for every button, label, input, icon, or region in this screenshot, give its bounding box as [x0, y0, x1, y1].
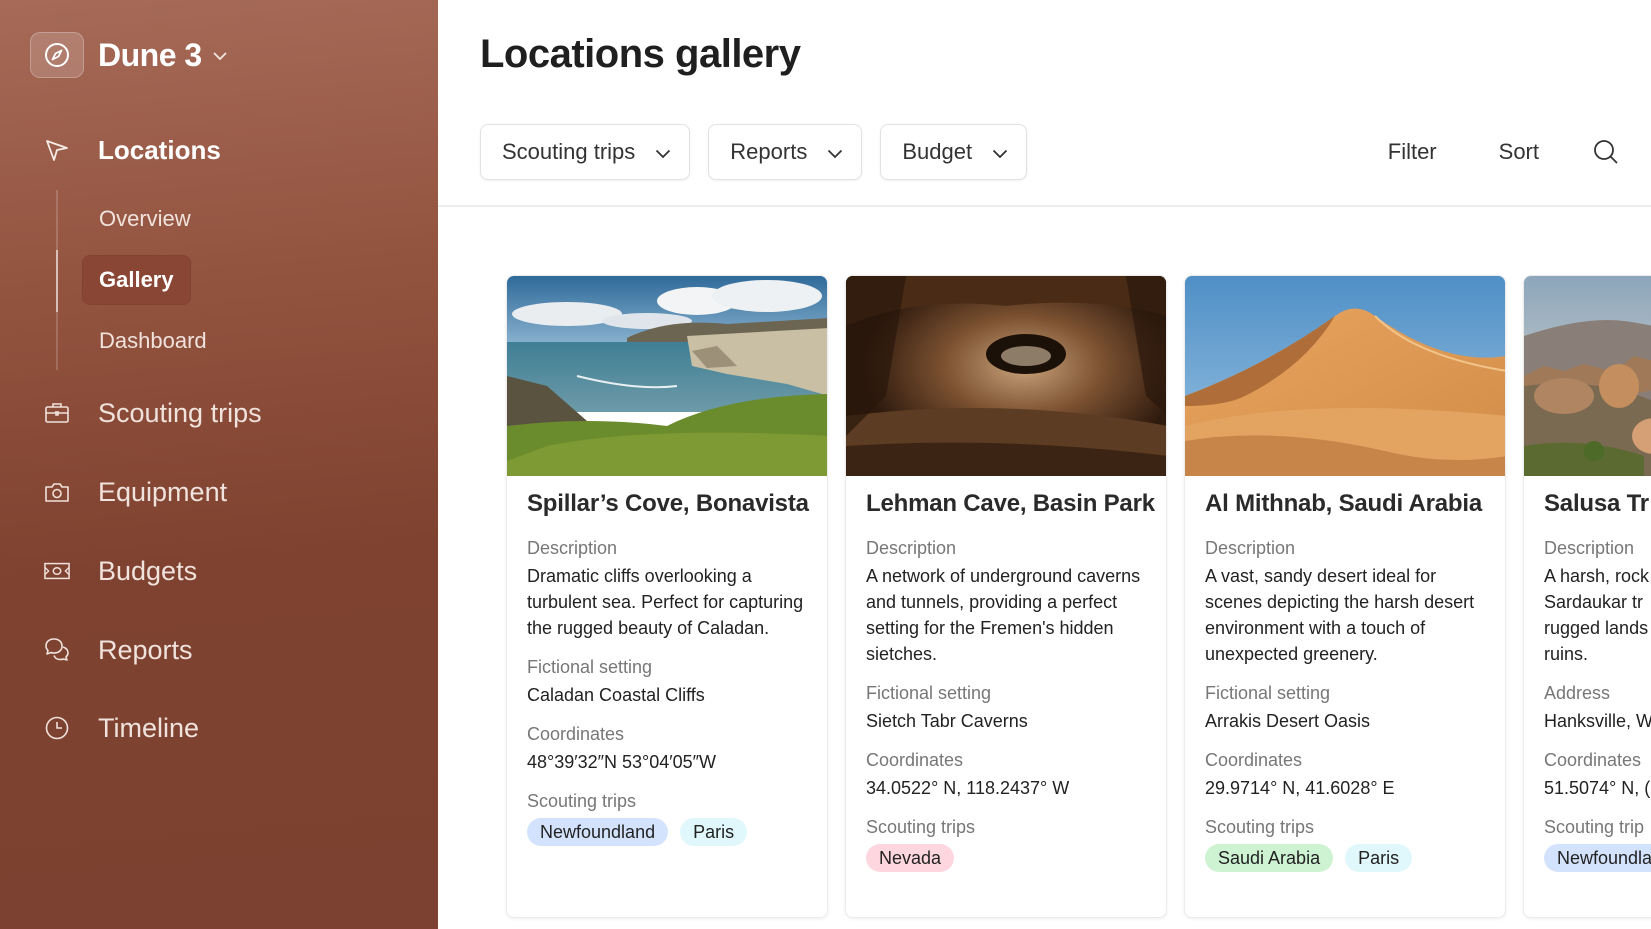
sidebar-item-locations[interactable]: Locations — [0, 125, 438, 175]
sidebar-subitem-overview[interactable]: Overview — [82, 194, 208, 244]
header-divider — [438, 205, 1651, 207]
page-title: Locations gallery — [480, 32, 801, 76]
trip-tag[interactable]: Newfoundla — [1544, 844, 1651, 872]
description-line: rugged lands — [1544, 618, 1649, 638]
description-value: Dramatic cliffs overlooking a turbulent … — [527, 566, 804, 638]
sidebar-item-timeline[interactable]: Timeline — [0, 703, 438, 753]
cave-photo — [846, 276, 1166, 476]
sidebar-item-equipment[interactable]: Equipment — [0, 467, 438, 517]
scouting-trips-label: Scouting trips — [1205, 817, 1315, 837]
clock-icon — [44, 715, 70, 741]
address-label: Address — [1544, 683, 1611, 703]
sidebar-item-label: Scouting trips — [98, 397, 262, 428]
scouting-trip-tags: Newfoundla — [1544, 844, 1651, 872]
sidebar-item-label: Locations — [98, 134, 221, 165]
description-value: A network of underground caverns and tun… — [866, 566, 1141, 664]
trip-tag[interactable]: Nevada — [866, 844, 955, 872]
coastal-cliffs-photo — [507, 276, 827, 476]
description-label: Description — [527, 538, 618, 558]
coordinates-value: 51.5074° N, ( — [1544, 778, 1651, 798]
location-card[interactable]: Al Mithnab, Saudi Arabia Description A v… — [1184, 275, 1506, 918]
sidebar-item-scouting-trips[interactable]: Scouting trips — [0, 388, 438, 438]
sidebar-item-label: Timeline — [98, 712, 200, 743]
scouting-trips-label: Scouting trips — [866, 817, 976, 837]
compass-icon — [30, 32, 84, 78]
coordinates-label: Coordinates — [866, 750, 964, 770]
chevron-down-icon — [992, 139, 1008, 165]
location-card[interactable]: Spillar’s Cove, Bonavista Description Dr… — [506, 275, 828, 918]
location-title: Al Mithnab, Saudi Arabia — [1205, 490, 1483, 517]
sidebar-item-budgets[interactable]: Budgets — [0, 546, 438, 596]
project-switcher[interactable]: Dune 3 — [30, 32, 228, 78]
sidebar: Dune 3 Locations Overview Gallery Dashbo… — [0, 0, 438, 929]
main-content: Locations gallery Scouting trips Reports… — [438, 0, 1651, 929]
description-value: A vast, sandy desert ideal for scenes de… — [1205, 566, 1475, 664]
scouting-trip-tags: Saudi Arabia Paris — [1205, 844, 1485, 872]
description-label: Description — [1205, 538, 1296, 558]
sidebar-subitem-dashboard[interactable]: Dashboard — [82, 316, 224, 366]
scouting-trip-tags: Newfoundland Paris — [527, 818, 807, 846]
sidebar-item-label: Reports — [98, 634, 193, 665]
briefcase-icon — [44, 400, 70, 426]
scouting-trips-label: Scouting trips — [527, 791, 637, 811]
dropdown-label: Reports — [730, 139, 808, 164]
budget-dropdown[interactable]: Budget — [880, 124, 1028, 180]
sort-button[interactable]: Sort — [1499, 139, 1539, 165]
location-title: Salusa Tr — [1544, 490, 1649, 517]
location-title: Spillar’s Cove, Bonavista — [527, 490, 809, 517]
desert-dunes-photo — [1185, 276, 1505, 476]
description-line: ruins. — [1544, 644, 1589, 664]
location-card[interactable]: Salusa Tr Description A harsh, rock Sard… — [1523, 275, 1651, 918]
scouting-trip-tags: Nevada — [866, 844, 1146, 872]
filter-dropdowns: Scouting trips Reports Budget — [480, 124, 1028, 180]
sidebar-subitem-gallery[interactable]: Gallery — [82, 255, 191, 305]
sidebar-item-label: Equipment — [98, 476, 228, 507]
coordinates-label: Coordinates — [1544, 750, 1642, 770]
coordinates-label: Coordinates — [1205, 750, 1303, 770]
trip-tag[interactable]: Newfoundland — [527, 818, 669, 846]
fictional-setting-value: Arrakis Desert Oasis — [1205, 711, 1371, 731]
trip-tag[interactable]: Paris — [1345, 844, 1413, 872]
coordinates-value: 34.0522° N, 118.2437° W — [866, 778, 1070, 798]
description-label: Description — [866, 538, 957, 558]
project-name: Dune 3 — [98, 36, 202, 73]
description-line: Sardaukar tr — [1544, 592, 1644, 612]
chevron-down-icon — [655, 139, 671, 165]
fictional-setting-label: Fictional setting — [527, 657, 653, 677]
scouting-trips-label: Scouting trip — [1544, 817, 1645, 837]
coordinates-value: 48°39′32″N 53°04′05″W — [527, 752, 717, 772]
filter-button[interactable]: Filter — [1388, 139, 1437, 165]
location-title: Lehman Cave, Basin Park — [866, 490, 1155, 517]
sidebar-item-reports[interactable]: Reports — [0, 625, 438, 675]
toolbar: Filter Sort — [1388, 124, 1621, 180]
camera-icon — [44, 479, 70, 505]
chevron-down-icon — [212, 48, 228, 66]
fictional-setting-value: Sietch Tabr Caverns — [866, 711, 1028, 731]
subnav-active-indicator — [56, 250, 58, 312]
coordinates-value: 29.9714° N, 41.6028° E — [1205, 778, 1395, 798]
description-label: Description — [1544, 538, 1635, 558]
trip-tag[interactable]: Saudi Arabia — [1205, 844, 1334, 872]
dropdown-label: Budget — [902, 139, 973, 164]
location-cards: Spillar’s Cove, Bonavista Description Dr… — [506, 275, 1651, 925]
search-icon[interactable] — [1591, 137, 1621, 167]
chevron-down-icon — [827, 139, 843, 165]
rocky-mountain-photo — [1524, 276, 1651, 476]
coordinates-label: Coordinates — [527, 724, 625, 744]
chat-bubbles-icon — [44, 637, 70, 663]
address-value: Hanksville, W — [1544, 711, 1651, 731]
dropdown-label: Scouting trips — [502, 139, 636, 164]
trip-tag[interactable]: Paris — [680, 818, 748, 846]
sidebar-item-label: Budgets — [98, 555, 198, 586]
location-card[interactable]: Lehman Cave, Basin Park Description A ne… — [845, 275, 1167, 918]
navigation-arrow-icon — [44, 137, 70, 163]
reports-dropdown[interactable]: Reports — [708, 124, 863, 180]
description-value: A harsh, rock Sardaukar tr rugged lands … — [1544, 563, 1651, 667]
fictional-setting-label: Fictional setting — [866, 683, 992, 703]
fictional-setting-value: Caladan Coastal Cliffs — [527, 685, 705, 705]
fictional-setting-label: Fictional setting — [1205, 683, 1331, 703]
description-line: A harsh, rock — [1544, 566, 1650, 586]
banknote-icon — [44, 558, 70, 584]
scouting-trips-dropdown[interactable]: Scouting trips — [480, 124, 691, 180]
